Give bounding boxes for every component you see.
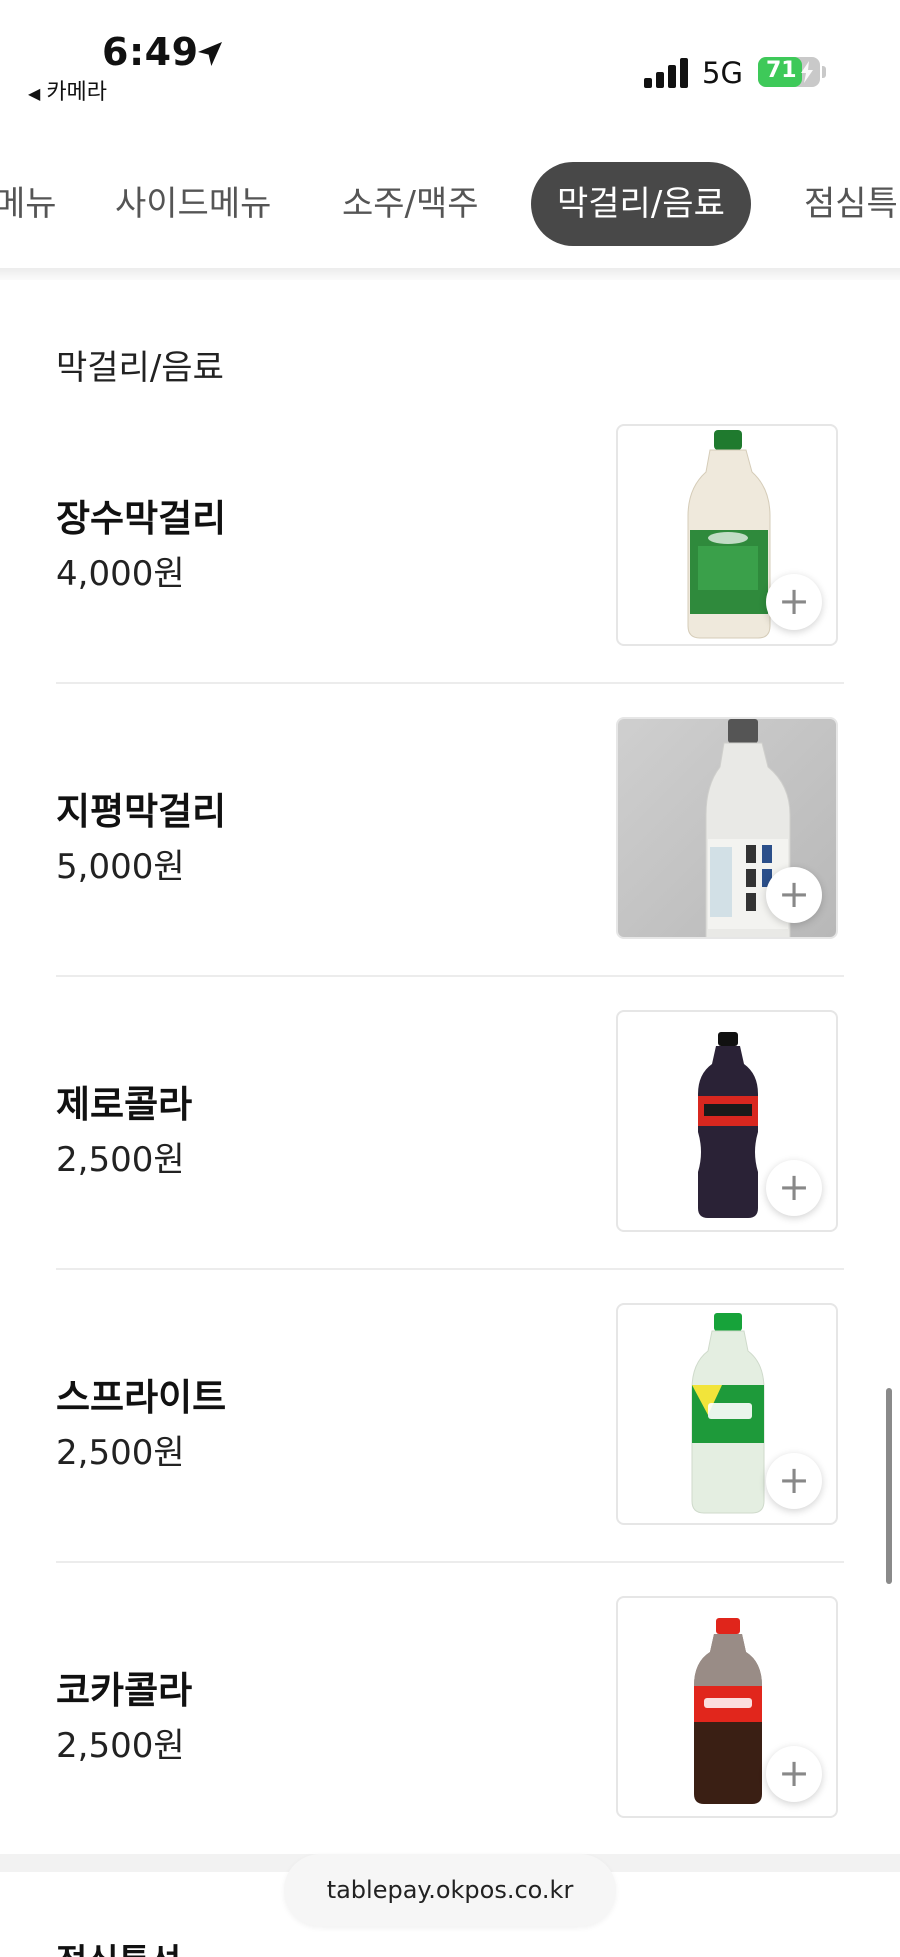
tab-side-menu[interactable]: 사이드메뉴 [115, 162, 271, 246]
add-to-cart-button[interactable]: + [766, 867, 822, 923]
location-arrow-icon [198, 42, 222, 66]
item-divider [56, 975, 844, 977]
back-app-label: 카메라 [46, 80, 108, 105]
menu-item[interactable]: 코카콜라 2,500원 + [56, 1596, 844, 1889]
back-to-app-link[interactable]: ◀ 카메라 [28, 74, 107, 106]
item-name: 장수막걸리 [56, 497, 227, 540]
item-name: 스프라이트 [56, 1376, 227, 1419]
section-title: 막걸리/음료 [56, 348, 224, 388]
next-section-title: 점심특선 [56, 1934, 181, 1957]
tab-soju-beer[interactable]: 소주/맥주 [342, 162, 479, 246]
tab-lunch-special[interactable]: 점심특 [804, 162, 898, 246]
tab-menu[interactable]: 메뉴 [0, 162, 57, 246]
item-name: 지평막걸리 [56, 790, 227, 833]
item-image[interactable]: + [616, 1010, 838, 1232]
cell-signal-icon [644, 58, 688, 88]
item-image[interactable]: + [616, 1596, 838, 1818]
scrollbar[interactable] [886, 1388, 892, 1584]
menu-item[interactable]: 장수막걸리 4,000원 + [56, 424, 844, 717]
item-price: 2,500원 [56, 1433, 185, 1473]
item-image[interactable]: + [616, 424, 838, 646]
item-image[interactable]: + [616, 717, 838, 939]
item-price: 2,500원 [56, 1726, 185, 1766]
item-divider [56, 682, 844, 684]
item-image[interactable]: + [616, 1303, 838, 1525]
item-divider [56, 1561, 844, 1563]
add-to-cart-button[interactable]: + [766, 574, 822, 630]
battery-level: 71 [766, 58, 797, 83]
menu-item[interactable]: 스프라이트 2,500원 + [56, 1303, 844, 1596]
item-name: 코카콜라 [56, 1669, 193, 1712]
category-tabs: 메뉴 사이드메뉴 소주/맥주 막걸리/음료 점심특 [0, 162, 900, 248]
add-to-cart-button[interactable]: + [766, 1453, 822, 1509]
battery-cap [822, 66, 826, 78]
url-bar[interactable]: tablepay.okpos.co.kr [284, 1854, 616, 1926]
charging-bolt-icon [801, 61, 813, 83]
menu-item[interactable]: 지평막걸리 5,000원 + [56, 717, 844, 1010]
item-price: 5,000원 [56, 847, 185, 887]
item-price: 2,500원 [56, 1140, 185, 1180]
item-price: 4,000원 [56, 554, 185, 594]
menu-item[interactable]: 제로콜라 2,500원 + [56, 1010, 844, 1303]
tab-makgeolli-drinks[interactable]: 막걸리/음료 [531, 162, 751, 246]
status-bar: 6:49 ◀ 카메라 5G 71 [0, 0, 900, 120]
network-type: 5G [702, 56, 743, 90]
status-time: 6:49 [102, 30, 199, 74]
add-to-cart-button[interactable]: + [766, 1160, 822, 1216]
add-to-cart-button[interactable]: + [766, 1746, 822, 1802]
back-triangle-icon: ◀ [28, 84, 41, 103]
item-name: 제로콜라 [56, 1083, 193, 1126]
tabs-divider [0, 268, 900, 280]
item-divider [56, 1268, 844, 1270]
battery-icon: 71 [758, 57, 820, 87]
